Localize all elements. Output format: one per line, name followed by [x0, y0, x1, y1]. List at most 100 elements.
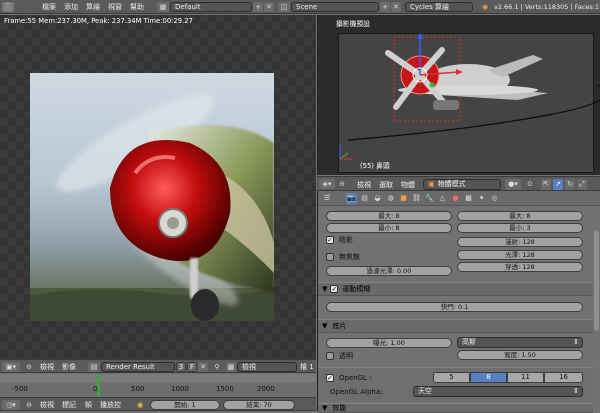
menu-help[interactable]: 幫助	[130, 4, 144, 11]
material-tab-icon[interactable]: ●	[450, 193, 461, 204]
opengl-sample-16[interactable]: 16	[544, 372, 583, 383]
image-editor-header: ▣▾ ⊖ 檢視 影像 ▤ Render Result 3 F ✕ ⚲ ▦ 檢視 …	[0, 359, 316, 373]
menu-select[interactable]: 選取	[379, 182, 393, 189]
shutter-field[interactable]: 快門: 0.1	[326, 302, 583, 312]
modifiers-tab-icon[interactable]: 🔧	[424, 193, 435, 204]
view-mode-icon[interactable]: ▦	[226, 362, 236, 372]
shading-icon[interactable]: ●▾	[505, 179, 521, 190]
diffuse-bounces-field[interactable]: 漫射: 128	[457, 237, 583, 247]
motion-blur-checkbox[interactable]: ✓	[330, 285, 339, 293]
render-tab-icon[interactable]: 📷	[346, 193, 357, 204]
menu-add[interactable]: 添加	[64, 4, 78, 11]
texture-tab-icon[interactable]: ▩	[463, 193, 474, 204]
filter-glossy-field[interactable]: 過濾光澤: 0.00	[326, 266, 452, 276]
tick-label: 1000	[171, 385, 189, 393]
add-layout-icon[interactable]: +	[253, 2, 263, 12]
opengl-sample-5[interactable]: 5	[433, 372, 470, 383]
menu-image[interactable]: 影像	[62, 364, 76, 371]
physics-tab-icon[interactable]: ◎	[489, 193, 500, 204]
menu-view[interactable]: 檢視	[40, 402, 54, 409]
image-browse-icon[interactable]: ▤	[88, 362, 100, 372]
scale-icon[interactable]: ⤢	[577, 179, 587, 190]
add-scene-icon[interactable]: +	[380, 2, 390, 12]
scene-dropdown[interactable]: Scene	[291, 2, 379, 12]
opengl-checkbox[interactable]: ✓	[326, 374, 334, 382]
menu-object[interactable]: 物體	[401, 182, 415, 189]
top-header: ⓘ 檔案 添加 算繪 視窗 幫助 ▦ Default + ✕ ◫ Scene +…	[0, 0, 600, 14]
filter-width-field[interactable]: 寬度: 1.50	[457, 350, 583, 360]
render-engine-dropdown[interactable]: Cycles 算繪	[405, 2, 473, 12]
timeline-playhead[interactable]	[97, 374, 100, 396]
timeline-area[interactable]: -500 0 500 1000 1500 2000	[0, 374, 316, 396]
performance-panel-header[interactable]: ▼ 效能	[318, 403, 593, 413]
remove-layout-icon[interactable]: ✕	[264, 2, 274, 12]
image-editor[interactable]: Frame:55 Mem:237.30M, Peak: 237.34M Time…	[0, 15, 316, 359]
world-tab-icon[interactable]: ◍	[385, 193, 396, 204]
manipulator-icon[interactable]: ⇱	[541, 179, 551, 190]
screen-layout-icon[interactable]: ▦	[157, 2, 169, 12]
info-editor-icon[interactable]: ⓘ	[2, 2, 14, 12]
bounces-min-field[interactable]: 最小: 8	[326, 223, 452, 233]
no-caustics-label: 無焦散	[339, 253, 360, 261]
filter-type-dropdown[interactable]: 高斯 ⇕	[457, 337, 583, 348]
translate-icon[interactable]: ↗	[553, 179, 563, 190]
particles-tab-icon[interactable]: ✦	[476, 193, 487, 204]
close-image-icon[interactable]: ✕	[198, 362, 208, 372]
constraints-tab-icon[interactable]: ⛓	[411, 193, 422, 204]
record-icon[interactable]: ◉	[135, 400, 145, 410]
data-tab-icon[interactable]: △	[437, 193, 448, 204]
exposure-field[interactable]: 曝光: 1.00	[326, 338, 452, 348]
transparent-checkbox[interactable]	[326, 352, 334, 360]
remove-scene-icon[interactable]: ✕	[391, 2, 401, 12]
start-frame-field[interactable]: 開始: 1	[150, 400, 220, 410]
timeline-type-icon[interactable]: ◷▾	[2, 400, 20, 410]
menu-frame[interactable]: 幀	[85, 402, 92, 409]
pivot-icon[interactable]: ⊙	[523, 179, 537, 190]
opengl-sample-11[interactable]: 11	[507, 372, 544, 383]
screen-layout-dropdown[interactable]: Default	[170, 2, 252, 12]
bounces-total-max-field[interactable]: 最大: 8	[457, 211, 583, 221]
editor-type-icon[interactable]: ▣▾	[2, 362, 20, 372]
opengl-alpha-dropdown[interactable]: 天空 ⇕	[413, 386, 583, 397]
collapse-menu-icon[interactable]: ⊖	[337, 179, 347, 189]
menu-marker[interactable]: 標記	[62, 402, 76, 409]
properties-scrollbar[interactable]	[594, 231, 599, 331]
collapse-menu-icon[interactable]: ⊖	[24, 362, 34, 372]
viewport-type-icon[interactable]: ◈▾	[319, 179, 335, 189]
view-mode-dropdown[interactable]: 檢視	[237, 362, 297, 372]
menu-window[interactable]: 視窗	[108, 4, 122, 11]
opengl-sample-8[interactable]: 8	[470, 372, 507, 383]
motion-blur-panel-header[interactable]: ▼ ✓ 運動模糊	[318, 282, 593, 296]
menu-file[interactable]: 檔案	[42, 4, 56, 11]
film-panel-header[interactable]: ▼ 底片	[318, 319, 593, 333]
timeline-ruler	[0, 374, 316, 382]
image-name-field[interactable]: Render Result	[101, 362, 175, 372]
3d-viewport[interactable]: 攝影機預設 (55) 鼻頭	[317, 15, 600, 175]
bounces-max-field[interactable]: 最大: 8	[326, 211, 452, 221]
object-tab-icon[interactable]: ■	[398, 193, 409, 204]
glossy-bounces-field[interactable]: 光澤: 128	[457, 250, 583, 260]
render-layers-tab-icon[interactable]: ▤	[359, 193, 370, 204]
menu-view[interactable]: 檢視	[40, 364, 54, 371]
scene-tab-icon[interactable]: ◒	[372, 193, 383, 204]
image-slot-field[interactable]: 3	[176, 362, 186, 372]
collapse-menu-icon[interactable]: ⊖	[24, 400, 34, 410]
interaction-mode-dropdown[interactable]: ▣ 物體模式	[423, 179, 501, 190]
bounces-total-min-field[interactable]: 最小: 3	[457, 223, 583, 233]
rotate-icon[interactable]: ↻	[565, 179, 575, 190]
no-caustics-checkbox[interactable]	[326, 253, 334, 261]
transmission-bounces-field[interactable]: 穿透: 128	[457, 262, 583, 272]
collapse-arrow-icon: ▼	[322, 285, 328, 293]
menu-view[interactable]: 檢視	[357, 182, 371, 189]
properties-type-icon[interactable]: ☰	[320, 193, 334, 204]
menu-render[interactable]: 算繪	[86, 4, 100, 11]
scene-icon[interactable]: ◫	[278, 2, 290, 12]
transparent-label: 透明	[339, 352, 353, 360]
properties-editor[interactable]: ☰ 📷 ▤ ◒ ◍ ■ ⛓ 🔧 △ ● ▩ ✦ ◎ 最大: 8 最小: 8 最大…	[317, 191, 600, 413]
menu-playback[interactable]: 播放控	[100, 402, 121, 409]
render-layer-partial[interactable]: 檜 1	[300, 364, 314, 371]
pin-icon[interactable]: ⚲	[212, 362, 222, 372]
fake-user-button[interactable]: F	[187, 362, 197, 372]
end-frame-field[interactable]: 結束: 70	[223, 400, 295, 410]
shadows-checkbox[interactable]: ✓	[326, 236, 334, 244]
